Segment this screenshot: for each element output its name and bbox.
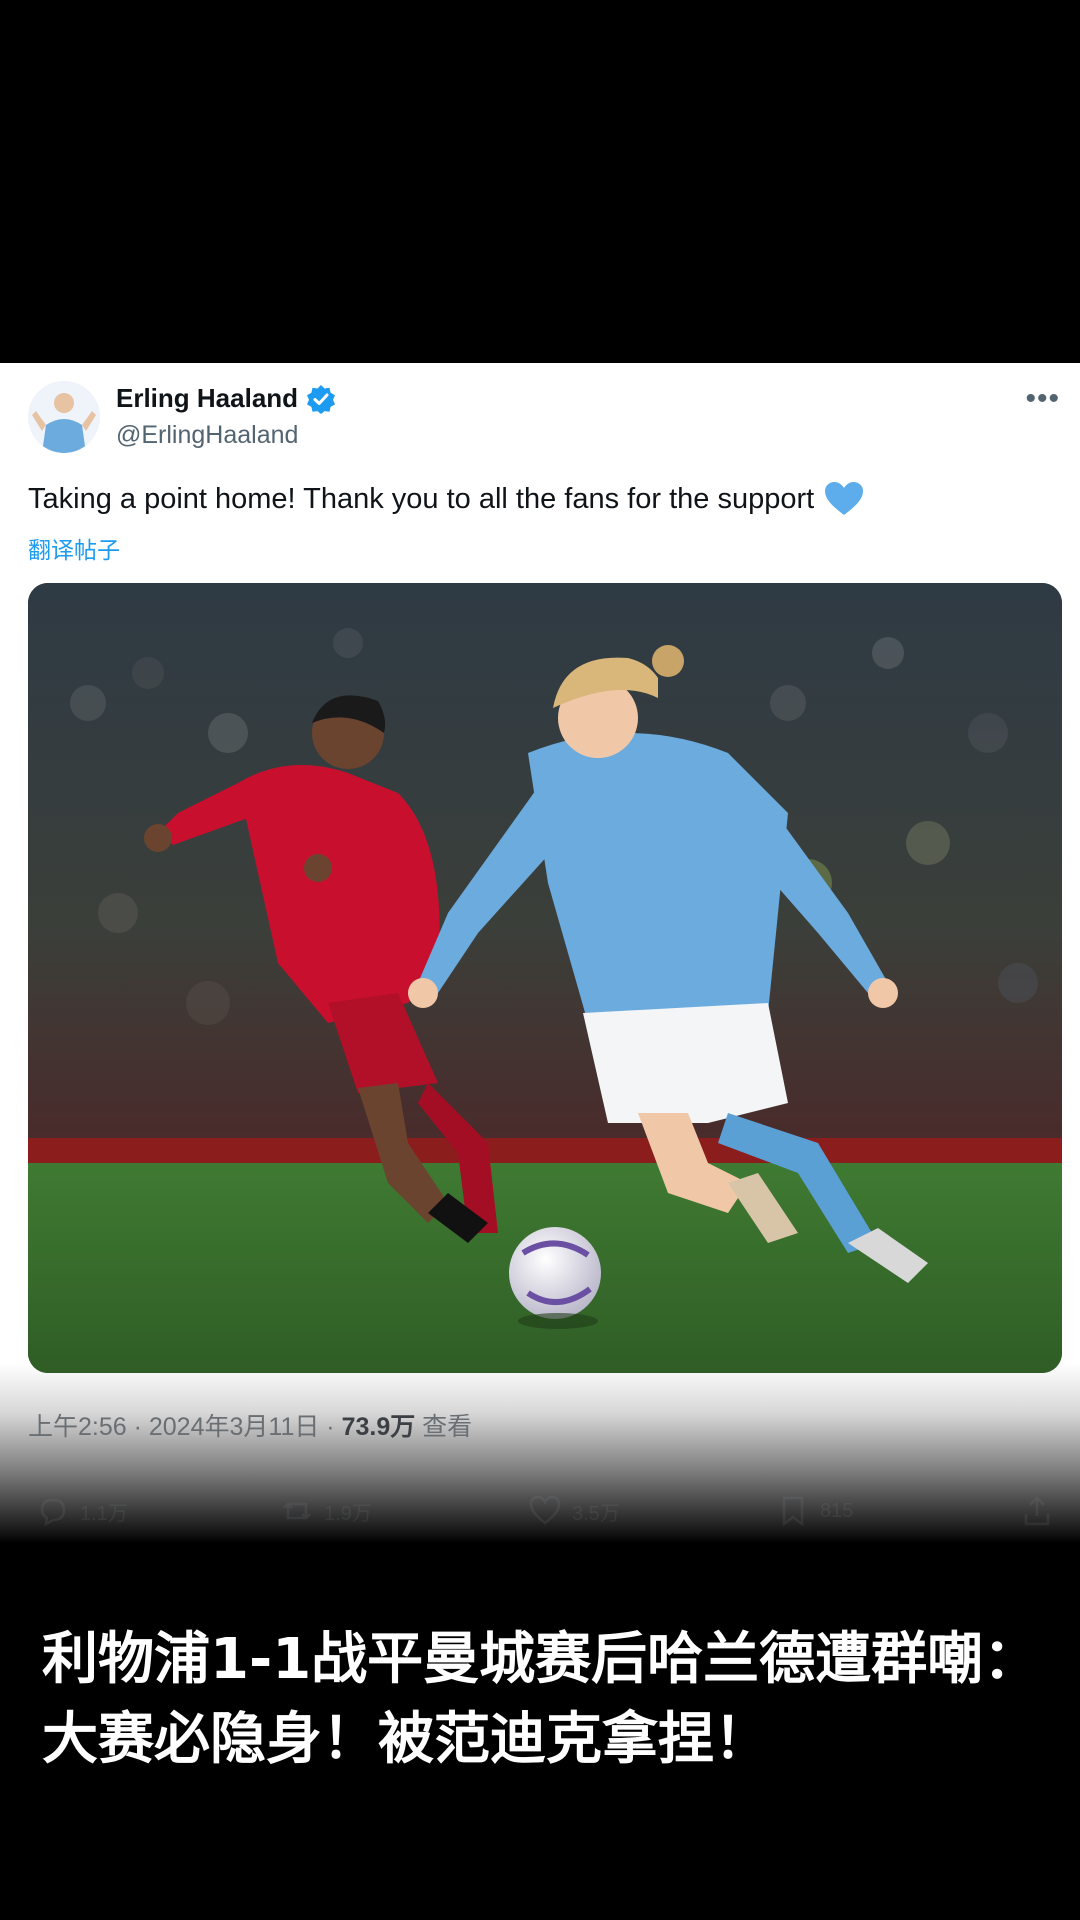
caption-line-1: 利物浦1-1战平曼城赛后哈兰德遭群嘲： [42, 1627, 1040, 1692]
caption-line-2: 大赛必隐身！被范迪克拿捏！ [42, 1707, 770, 1772]
tweet-meta: 上午2:56 · 2024年3月11日 · 73.9万 查看 [28, 1407, 472, 1443]
tweet-text: Taking a point home! Thank you to all th… [28, 481, 864, 517]
author-name-row: Erling Haaland [116, 383, 336, 414]
tweet-timestamp[interactable]: 上午2:56 · 2024年3月11日 · [28, 1413, 342, 1441]
retweet-icon [283, 1502, 311, 1520]
share-icon [1024, 1496, 1050, 1526]
like-button[interactable]: 3.5万 [528, 1494, 620, 1528]
reply-count: 1.1万 [80, 1502, 128, 1525]
retweet-count: 1.9万 [324, 1502, 372, 1525]
view-count-label: 查看 [415, 1413, 473, 1441]
like-icon [529, 1495, 561, 1525]
bookmark-icon [782, 1496, 804, 1527]
blue-heart-icon [824, 481, 864, 517]
translate-post-link[interactable]: 翻译帖子 [28, 531, 120, 565]
tweet-body: Taking a point home! Thank you to all th… [28, 482, 815, 515]
retweet-button[interactable]: 1.9万 [280, 1494, 372, 1528]
reply-icon [40, 1498, 66, 1527]
tweet-card: Erling Haaland @ErlingHaaland ••• Taking… [0, 363, 1080, 1543]
ellipsis-icon[interactable]: ••• [1025, 384, 1060, 414]
author-handle[interactable]: @ErlingHaaland [116, 421, 298, 450]
tweet-actions: 1.1万 1.9万 3.5万 815 [0, 1494, 1080, 1534]
verified-badge-icon [306, 384, 336, 414]
bookmark-count: 815 [820, 1499, 854, 1522]
view-count: 73.9万 [341, 1413, 416, 1441]
video-caption: 利物浦1-1战平曼城赛后哈兰德遭群嘲： 大赛必隐身！被范迪克拿捏！ [42, 1620, 1052, 1780]
avatar[interactable] [28, 381, 100, 453]
bookmark-button[interactable]: 815 [776, 1494, 853, 1528]
display-name[interactable]: Erling Haaland [116, 383, 298, 414]
reply-button[interactable]: 1.1万 [36, 1494, 128, 1528]
tweet-photo[interactable] [28, 583, 1062, 1373]
like-count: 3.5万 [572, 1502, 620, 1525]
share-button[interactable] [1020, 1494, 1064, 1528]
